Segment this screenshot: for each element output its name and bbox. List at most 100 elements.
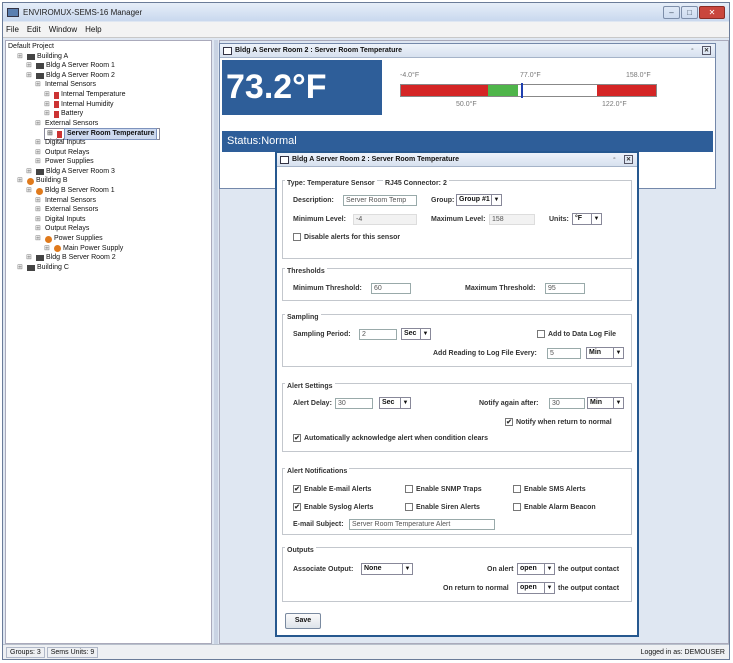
expand-icon[interactable]: ⊞ [17,264,25,272]
expand-icon[interactable]: ⊞ [17,177,25,185]
expand-icon[interactable]: ⊞ [26,72,34,80]
tree-item[interactable]: ⊞ Internal Sensors [35,196,96,206]
menu-window[interactable]: Window [49,25,77,34]
expand-icon[interactable]: ⊞ [35,225,43,233]
restore-icon[interactable]: ▫ [610,155,619,164]
expand-icon[interactable]: ⊞ [35,149,43,157]
restore-icon[interactable]: ▫ [688,46,697,55]
log-every-input[interactable]: 5 [547,348,581,359]
group-select[interactable]: Group #1 ▼ [456,194,502,206]
close-icon[interactable]: ✕ [702,46,711,55]
gauge-low-zone [401,85,488,96]
building-icon [36,168,44,175]
tree-item[interactable]: ⊞ Digital Inputs [35,138,85,148]
project-tree[interactable]: Default Project ⊞ Building A ⊞ Bldg A Server… [5,40,212,644]
enable-snmp-checkbox[interactable]: Enable SNMP Traps [405,485,482,493]
expand-icon[interactable]: ⊞ [35,235,43,243]
tree-item[interactable]: ⊞ Building A [17,52,68,62]
sampling-period-label: Sampling Period: [293,331,351,338]
expand-icon[interactable]: ⊞ [26,62,34,70]
associate-output-select[interactable]: None ▼ [361,563,413,575]
gauge-high-zone [597,85,656,96]
auto-ack-checkbox[interactable]: ✔ Automatically acknowledge alert when co… [293,434,488,442]
expand-icon[interactable]: ⊞ [35,216,43,224]
enable-email-checkbox[interactable]: ✔ Enable E-mail Alerts [293,485,371,493]
min-threshold-input[interactable]: 60 [371,283,411,294]
tree-item[interactable]: ⊞ Bldg B Server Room 2 [26,253,116,263]
tree-item[interactable]: ⊞ Internal Sensors [35,80,96,90]
tree-item[interactable]: ⊞ Bldg B Server Room 1 [26,186,115,196]
tree-item[interactable]: ⊞ External Sensors [35,119,98,129]
tree-item[interactable]: ⊞ Bldg A Server Room 3 [26,167,115,177]
enable-beacon-checkbox[interactable]: Enable Alarm Beacon [513,503,596,511]
expand-icon[interactable]: ⊞ [35,206,43,214]
tree-item[interactable]: Default Project [8,42,54,52]
sampling-period-input[interactable]: 2 [359,329,397,340]
log-every-unit-select[interactable]: Min ▼ [586,347,624,359]
expand-icon[interactable]: ⊞ [44,110,52,118]
splitter-handle[interactable] [214,40,218,644]
window-icon [223,46,232,55]
notify-again-input[interactable]: 30 [549,398,585,409]
save-button[interactable]: Save [285,613,321,629]
expand-icon[interactable]: ⊞ [26,254,34,262]
maximize-icon[interactable]: □ [681,6,698,19]
tree-item[interactable]: ⊞ Output Relays [35,148,89,158]
alert-settings-header: Alert Settings [285,383,335,390]
expand-icon[interactable]: ⊞ [35,81,43,89]
sensor-type: Type: Temperature Sensor [285,180,377,187]
expand-icon[interactable]: ⊞ [44,91,52,99]
log-every-unit-value: Min [589,349,602,356]
enable-siren-checkbox[interactable]: Enable Siren Alerts [405,503,480,511]
tree-item[interactable]: ⊞ Digital Inputs [35,215,85,225]
on-alert-select[interactable]: open ▼ [517,563,555,575]
group-select-value: Group #1 [459,196,490,203]
close-icon[interactable]: ✕ [699,6,725,19]
on-return-select[interactable]: open ▼ [517,582,555,594]
minimize-icon[interactable]: – [663,6,680,19]
tree-item[interactable]: ⊞ Internal Temperature [44,90,125,100]
checkbox-box [405,485,413,493]
expand-icon[interactable]: ⊞ [35,158,43,166]
tree-item[interactable]: ⊞ External Sensors [35,205,98,215]
expand-icon[interactable]: ⊞ [17,53,25,61]
expand-icon[interactable]: ⊞ [35,139,43,147]
expand-icon[interactable]: ⊞ [35,120,43,128]
alert-delay-unit-select[interactable]: Sec ▼ [379,397,411,409]
disable-alerts-checkbox[interactable]: Disable alerts for this sensor [293,233,400,241]
alert-delay-input[interactable]: 30 [335,398,373,409]
menu-help[interactable]: Help [85,25,101,34]
notify-return-checkbox[interactable]: ✔ Notify when return to normal [505,418,612,426]
tree-item[interactable]: ⊞ Building B [17,176,68,186]
menu-edit[interactable]: Edit [27,25,41,34]
tree-item[interactable]: ⊞ Building C [17,263,69,273]
tree-item[interactable]: ⊞ Output Relays [35,224,89,234]
checkbox-box [513,503,521,511]
enable-syslog-label: Enable Syslog Alerts [304,503,374,511]
units-select[interactable]: °F ▼ [572,213,602,225]
tree-item[interactable]: ⊞ Power Supplies [35,157,94,167]
close-icon[interactable]: ✕ [624,155,633,164]
enable-syslog-checkbox[interactable]: ✔ Enable Syslog Alerts [293,503,373,511]
tree-item-label: Internal Sensors [45,81,96,89]
expand-icon[interactable]: ⊞ [44,245,52,253]
tree-item[interactable]: ⊞ Bldg A Server Room 1 [26,61,115,71]
tree-item[interactable]: ⊞ Power Supplies [35,234,103,244]
notify-again-unit-select[interactable]: Min ▼ [587,397,624,409]
tree-item[interactable]: ⊞ Main Power Supply [44,244,123,254]
email-subject-input[interactable]: Server Room Temperature Alert [349,519,495,530]
tree-item[interactable]: ⊞ Bldg A Server Room 2 [26,71,115,81]
sensor-icon [54,101,59,109]
expand-icon[interactable]: ⊞ [44,101,52,109]
expand-icon[interactable]: ⊞ [26,168,34,176]
expand-icon[interactable]: ⊞ [26,187,34,195]
sampling-unit-select[interactable]: Sec ▼ [401,328,431,340]
tree-item[interactable]: ⊞ Battery [44,109,83,119]
add-data-log-checkbox[interactable]: Add to Data Log File [537,330,616,338]
description-input[interactable]: Server Room Temp [343,195,417,206]
expand-icon[interactable]: ⊞ [35,197,43,205]
tree-item[interactable]: ⊞ Internal Humidity [44,100,114,110]
max-threshold-input[interactable]: 95 [545,283,585,294]
enable-sms-checkbox[interactable]: Enable SMS Alerts [513,485,586,493]
menu-file[interactable]: File [6,25,19,34]
